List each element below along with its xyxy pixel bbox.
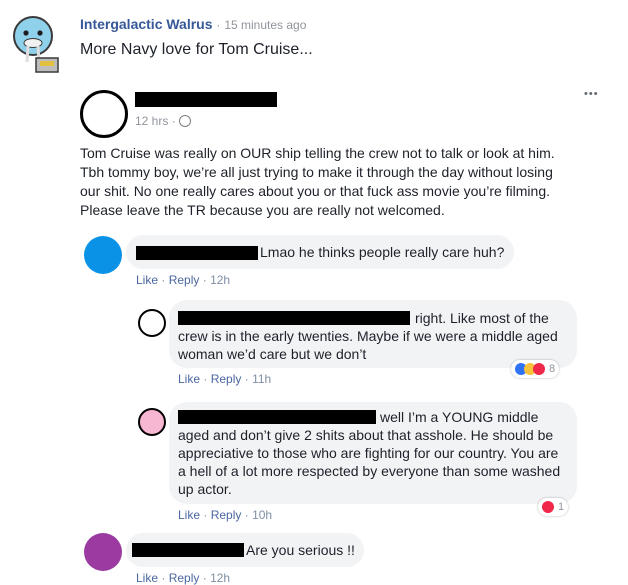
reactions-badge[interactable]: 8 bbox=[511, 360, 560, 378]
shared-post-meta: 12 hrs · bbox=[135, 114, 192, 128]
comment-text: aged and don’t give 2 shits about that a… bbox=[178, 427, 554, 443]
commenter-avatar[interactable] bbox=[138, 309, 166, 337]
comment-text: Are you serious !! bbox=[246, 542, 355, 558]
comment-time[interactable]: 12h bbox=[210, 571, 230, 585]
shared-post-avatar[interactable] bbox=[80, 90, 128, 138]
comment-text: a hell of a lot more respected by everyo… bbox=[178, 463, 561, 479]
more-options-icon[interactable]: ••• bbox=[584, 88, 599, 100]
body-line: our shit. No one really cares about you … bbox=[80, 183, 550, 199]
body-line: Please leave the TR because you are real… bbox=[80, 202, 445, 218]
redacted-name bbox=[178, 410, 376, 424]
reactions-badge[interactable]: 1 bbox=[538, 498, 569, 516]
walrus-avatar[interactable] bbox=[10, 14, 66, 74]
reply-link[interactable]: Reply bbox=[211, 372, 242, 386]
like-link[interactable]: Like bbox=[136, 273, 158, 287]
commenter-avatar[interactable] bbox=[84, 236, 122, 274]
reply-link[interactable]: Reply bbox=[169, 273, 200, 287]
shared-post-time[interactable]: 12 hrs bbox=[135, 114, 168, 128]
post-time[interactable]: 15 minutes ago bbox=[224, 18, 306, 32]
meta-dot: · bbox=[171, 114, 176, 128]
comment-text: crew is in the early twenties. Maybe if … bbox=[178, 328, 558, 344]
like-link[interactable]: Like bbox=[178, 372, 200, 386]
walrus-icon bbox=[13, 16, 59, 73]
redacted-name bbox=[135, 92, 277, 107]
like-link[interactable]: Like bbox=[178, 508, 200, 522]
comment-actions: Like · Reply · 12h bbox=[136, 571, 231, 585]
comment-text: right. Like most of the bbox=[415, 310, 549, 326]
redacted-name bbox=[132, 543, 244, 557]
body-line: Tom Cruise was really on OUR ship tellin… bbox=[80, 145, 555, 161]
comment-text: Lmao he thinks people really care huh? bbox=[260, 244, 505, 260]
love-reaction-icon bbox=[533, 363, 545, 375]
comment-time[interactable]: 10h bbox=[252, 508, 272, 522]
comment-time[interactable]: 11h bbox=[252, 372, 271, 386]
shared-post-body: Tom Cruise was really on OUR ship tellin… bbox=[80, 144, 555, 220]
love-reaction-icon bbox=[542, 501, 554, 513]
comment-text: up actor. bbox=[178, 481, 232, 497]
comment-actions: Like · Reply · 11h bbox=[178, 372, 272, 386]
reply-link[interactable]: Reply bbox=[211, 508, 242, 522]
comment-text: appreciative to those who are fighting f… bbox=[178, 445, 559, 461]
reaction-count: 8 bbox=[549, 363, 556, 375]
comment-actions: Like · Reply · 10h bbox=[178, 508, 273, 522]
post-header: Intergalactic Walrus · 15 minutes ago bbox=[80, 15, 306, 34]
redacted-name bbox=[178, 311, 410, 325]
comment-text: woman we’d care but we don’t bbox=[178, 346, 367, 362]
comment-actions: Like · Reply · 12h bbox=[136, 273, 231, 287]
reaction-count: 1 bbox=[558, 501, 565, 513]
post-caption: More Navy love for Tom Cruise... bbox=[80, 41, 313, 58]
redacted-name bbox=[136, 246, 258, 260]
comment-text: well I’m a YOUNG middle bbox=[380, 409, 539, 425]
globe-icon bbox=[179, 115, 192, 127]
commenter-avatar[interactable] bbox=[84, 533, 122, 571]
like-link[interactable]: Like bbox=[136, 571, 158, 585]
body-line: Tbh tommy boy, we’re all just trying to … bbox=[80, 164, 553, 180]
meta-dot: · bbox=[216, 18, 221, 32]
reply-link[interactable]: Reply bbox=[169, 571, 200, 585]
comment-time[interactable]: 12h bbox=[210, 273, 230, 287]
author-name[interactable]: Intergalactic Walrus bbox=[80, 16, 213, 32]
commenter-avatar[interactable] bbox=[138, 408, 166, 436]
